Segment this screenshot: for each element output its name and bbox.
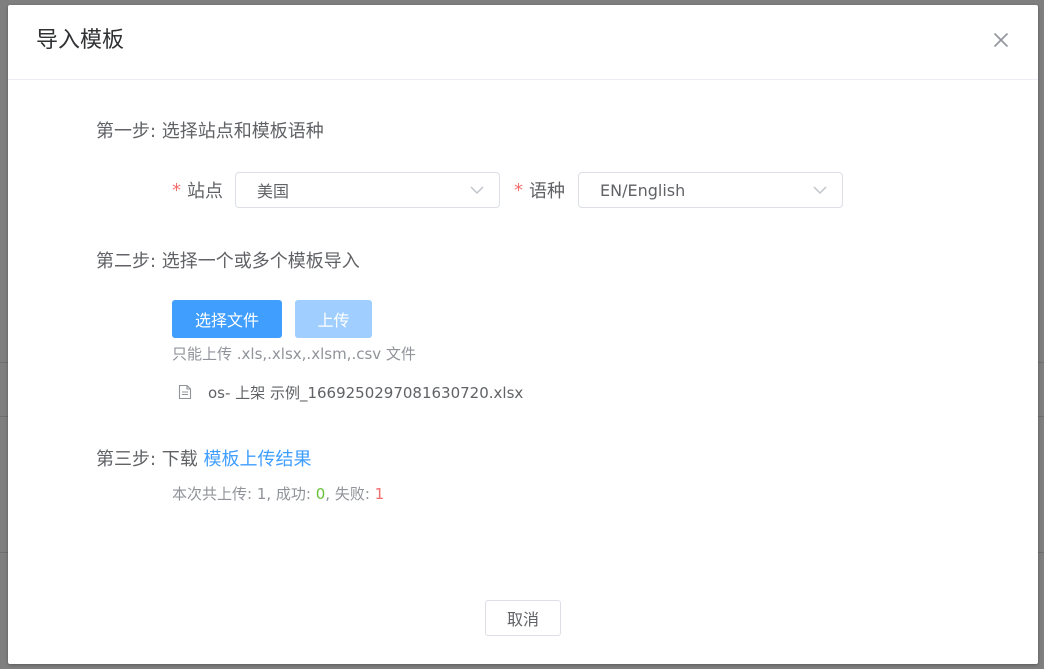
uploaded-file-name: os- 上架 示例_1669250297081630720.xlsx [208,383,524,402]
required-mark: * [172,179,181,201]
site-select[interactable]: 美国 [235,172,500,208]
result-middle: , 失败: [325,485,375,503]
upload-result-summary: 本次共上传: 1, 成功: 0, 失败: 1 [172,483,384,504]
dialog-header: 导入模板 [8,5,1038,80]
language-field-label: * 语种 [514,177,565,203]
chevron-down-icon [813,186,827,195]
close-button[interactable] [992,31,1010,49]
document-icon [178,384,192,400]
download-result-link[interactable]: 模板上传结果 [204,449,312,470]
import-template-dialog: 导入模板 第一步: 选择站点和模板语种 * 站点 美国 * 语种 EN/Engl… [8,5,1038,664]
cancel-button[interactable]: 取消 [485,600,561,636]
close-icon [994,33,1008,47]
upload-tip: 只能上传 .xls,.xlsx,.xlsm,.csv 文件 [172,345,416,363]
site-label: 站点 [187,181,223,202]
site-field-label: * 站点 [172,177,223,203]
upload-button[interactable]: 上传 [295,300,372,338]
language-select-value: EN/English [600,180,686,200]
result-prefix: 本次共上传: 1, 成功: [172,485,316,503]
success-count: 0 [315,485,326,503]
fail-count: 1 [374,485,385,503]
step3-row: 第三步: 下载 模板上传结果 [96,447,312,473]
step3-label: 第三步: 下载 [96,449,204,470]
dialog-title: 导入模板 [36,28,125,53]
chevron-down-icon [470,186,484,195]
step2-label: 第二步: 选择一个或多个模板导入 [96,251,360,272]
select-file-button[interactable]: 选择文件 [172,300,282,338]
step1-label: 第一步: 选择站点和模板语种 [96,121,324,142]
language-label: 语种 [529,181,565,202]
required-mark: * [514,179,523,201]
language-select[interactable]: EN/English [578,172,843,208]
site-select-value: 美国 [257,182,290,201]
step1-form-row: * 站点 美国 * 语种 EN/English [172,171,843,209]
uploaded-file-item[interactable]: os- 上架 示例_1669250297081630720.xlsx [178,381,523,403]
